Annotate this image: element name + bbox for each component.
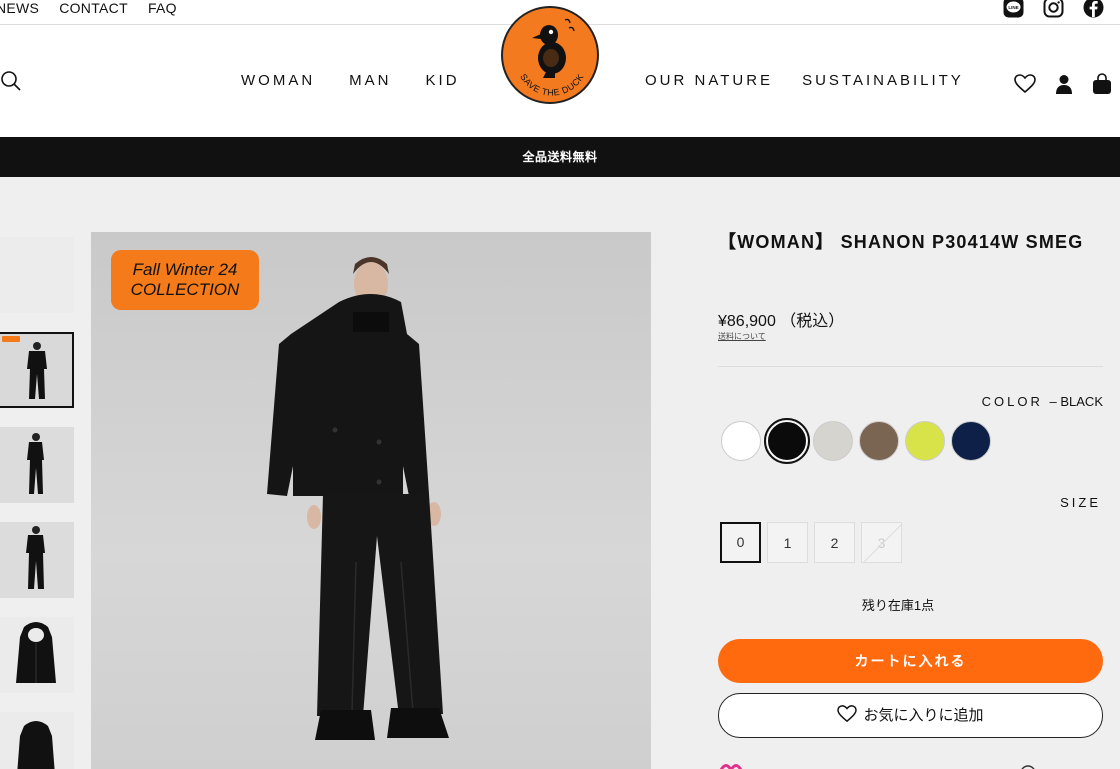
- divider: [718, 366, 1103, 367]
- facebook-icon[interactable]: [1083, 0, 1104, 18]
- contact-link[interactable]: CONTACT: [59, 0, 128, 16]
- main-nav-right: OUR NATURE SUSTAINABILITY: [645, 72, 964, 89]
- product-title: 【WOMAN】 SHANON P30414W SMEG: [718, 232, 1084, 252]
- color-swatch-navy[interactable]: [951, 421, 991, 461]
- svg-text:LINE: LINE: [1008, 5, 1018, 10]
- product-section: Fall Winter 24 COLLECTION 【WOMAN】 SHANON…: [0, 177, 1120, 769]
- nav-sustainability[interactable]: SUSTAINABILITY: [802, 72, 964, 89]
- selected-color-name: – BLACK: [1049, 394, 1103, 409]
- badge-line-1: Fall Winter 24: [132, 260, 238, 279]
- bag-icon[interactable]: [1092, 73, 1112, 100]
- badge-line-2: COLLECTION: [130, 280, 240, 299]
- size-options: 0 1 2 3: [720, 522, 902, 563]
- color-label: COLOR – BLACK: [982, 394, 1103, 409]
- color-swatches: [721, 418, 991, 464]
- news-link[interactable]: NEWS: [0, 0, 39, 16]
- free-shipping-banner: 全品送料無料: [0, 137, 1120, 177]
- color-swatch-white[interactable]: [721, 421, 761, 461]
- thumbnail-image[interactable]: [0, 237, 74, 313]
- add-to-cart-button[interactable]: カートに入れる: [718, 639, 1103, 683]
- header-icons: [1014, 73, 1112, 100]
- product-price: ¥86,900 （税込）: [718, 313, 845, 330]
- search-icon[interactable]: [0, 70, 22, 92]
- add-to-favorites-button[interactable]: お気に入りに追加: [718, 693, 1103, 738]
- heart-icon[interactable]: [1014, 74, 1036, 99]
- thumbnail-image[interactable]: [0, 712, 74, 769]
- collection-badge: Fall Winter 24 COLLECTION: [111, 250, 259, 310]
- thumbnail-image[interactable]: [0, 427, 74, 503]
- color-swatch-black[interactable]: [764, 418, 810, 464]
- utility-nav: NEWS CONTACT FAQ: [0, 0, 177, 16]
- stock-status: 残り在庫1点: [861, 598, 935, 613]
- thumbnail-image[interactable]: [0, 522, 74, 598]
- nav-our-nature[interactable]: OUR NATURE: [645, 72, 773, 89]
- size-option-2[interactable]: 2: [814, 522, 855, 563]
- add-to-favorites-label: お気に入りに追加: [863, 707, 984, 724]
- main-nav-left: WOMAN MAN KID: [241, 72, 460, 89]
- heart-icon: [837, 697, 858, 740]
- nav-man[interactable]: MAN: [349, 72, 391, 89]
- thumbnail-image-selected[interactable]: [0, 332, 74, 408]
- nav-woman[interactable]: WOMAN: [241, 72, 315, 89]
- site-header: WOMAN MAN KID SAVE THE DUCK OUR NATURE S…: [0, 6, 1120, 137]
- main-product-image[interactable]: Fall Winter 24 COLLECTION: [91, 232, 651, 769]
- size-option-3-unavailable[interactable]: 3: [861, 522, 902, 563]
- faq-link[interactable]: FAQ: [148, 0, 177, 16]
- nav-kid[interactable]: KID: [426, 72, 460, 89]
- line-icon[interactable]: LINE: [1003, 0, 1024, 18]
- color-swatch-beige[interactable]: [813, 421, 853, 461]
- shipping-info-link[interactable]: 送料について: [718, 331, 766, 342]
- thumbnail-image[interactable]: [0, 617, 74, 693]
- size-option-1[interactable]: 1: [767, 522, 808, 563]
- color-swatch-lime[interactable]: [905, 421, 945, 461]
- color-label-text: COLOR: [981, 394, 1043, 409]
- account-icon[interactable]: [1055, 74, 1073, 99]
- color-swatch-brown[interactable]: [859, 421, 899, 461]
- social-links: LINE: [1003, 0, 1104, 18]
- brand-logo[interactable]: SAVE THE DUCK: [501, 6, 599, 104]
- size-option-0[interactable]: 0: [720, 522, 761, 563]
- size-label: SIZE: [1060, 495, 1101, 510]
- instagram-icon[interactable]: [1043, 0, 1064, 18]
- payment-option-row: [718, 760, 1103, 769]
